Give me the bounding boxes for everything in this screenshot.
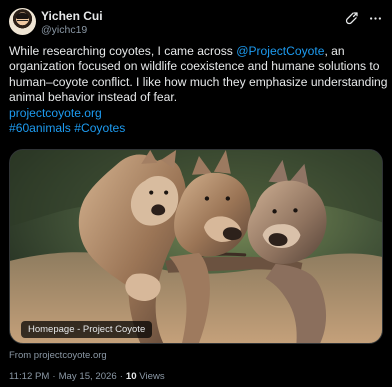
mention-link[interactable]: @ProjectCoyote [236,44,324,58]
hashtag-60animals[interactable]: #60animals [9,121,71,135]
post-date[interactable]: May 15, 2026 [59,371,117,382]
link-source[interactable]: From projectcoyote.org [9,350,107,361]
tweet-body: While researching coyotes, I came across… [9,44,388,136]
post-meta: 11:12 PM · May 15, 2026 · 10 Views [9,371,165,382]
hashtag-coyotes[interactable]: #Coyotes [74,121,125,135]
grok-icon[interactable] [344,11,359,26]
header-actions [344,11,383,26]
tweet-header: Yichen Cui @yichc19 [9,8,383,36]
body-line-1-suffix: , an [324,44,345,58]
body-line-2: organization focused on wildlife coexist… [9,59,380,74]
avatar-glasses [17,20,28,24]
post-time[interactable]: 11:12 PM [9,371,49,382]
link-preview-title[interactable]: Homepage - Project Coyote [21,321,153,338]
author-handle[interactable]: @yichc19 [41,24,87,36]
body-line-4: animal behavior instead of fear. [9,90,178,105]
hashtag-line: #60animals #Coyotes [9,121,379,136]
views-label[interactable]: Views [139,371,164,382]
views-count[interactable]: 10 [126,371,137,382]
link-preview-media[interactable]: Homepage - Project Coyote [9,149,383,344]
more-options-icon[interactable] [368,11,383,26]
external-link[interactable]: projectcoyote.org [9,106,379,121]
body-line-3: human–coyote conflict. I like how much t… [9,74,388,89]
body-line-1-prefix: While researching coyotes, I came across [9,44,237,58]
meta-separator: · [52,371,56,382]
coyote-photo [10,150,382,343]
tweet-card: Yichen Cui @yichc19 While researching co… [0,0,392,387]
user-avatar-icon[interactable] [9,8,36,35]
body-line-1: While researching coyotes, I came across… [9,44,379,59]
meta-separator-2: · [119,371,123,382]
author-name[interactable]: Yichen Cui [41,9,103,23]
